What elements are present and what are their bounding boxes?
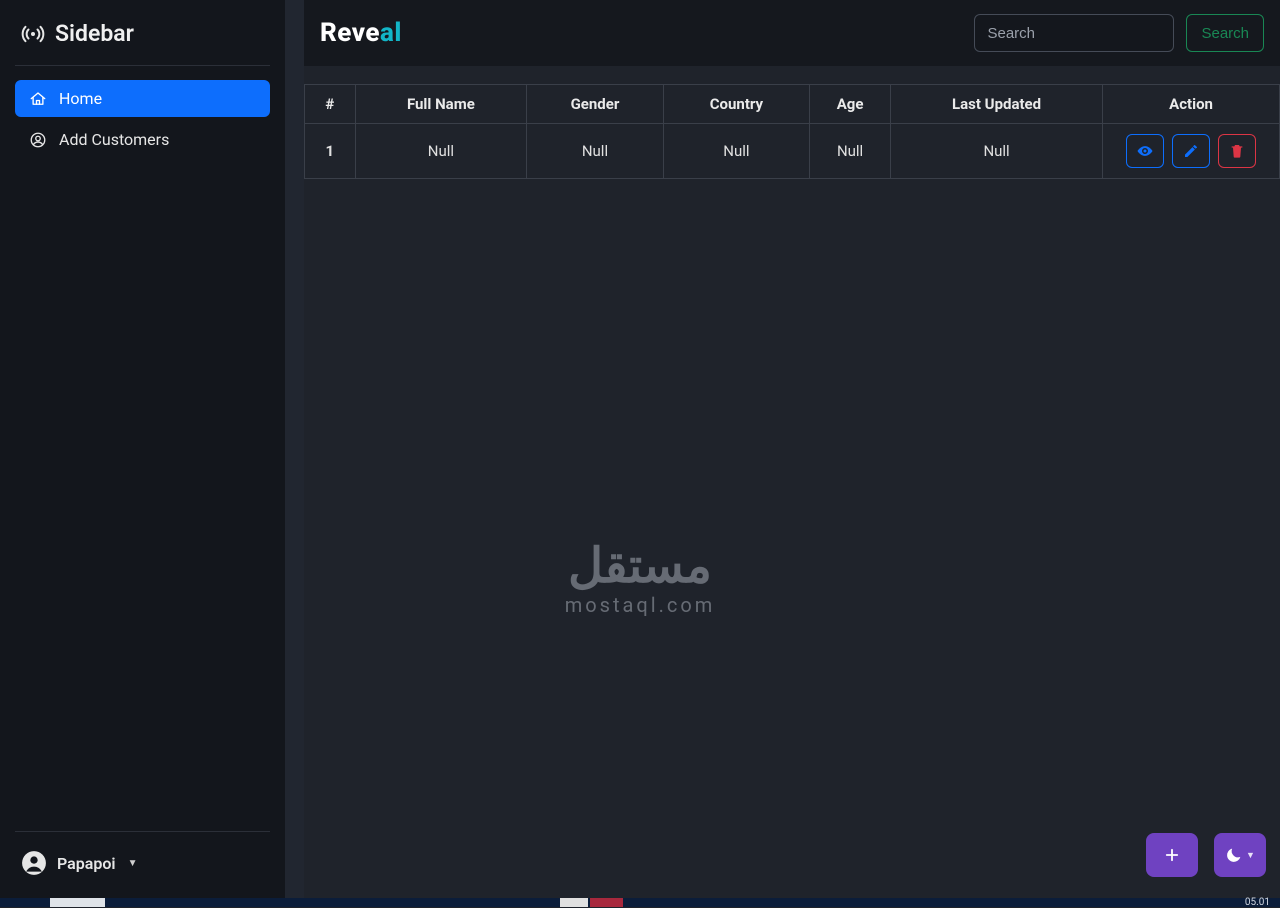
home-icon [29, 90, 47, 108]
th-country: Country [663, 85, 810, 124]
app-root: Sidebar Home [0, 0, 1280, 898]
trash-icon [1229, 143, 1245, 159]
th-last-updated: Last Updated [890, 85, 1102, 124]
sidebar-header: Sidebar [15, 16, 270, 61]
sidebar-nav: Home Add Customers [15, 80, 270, 158]
search-button[interactable]: Search [1186, 14, 1264, 52]
taskbar-chunk [560, 898, 588, 907]
sidebar-item-add-customers[interactable]: Add Customers [15, 121, 270, 158]
search-input[interactable] [974, 14, 1174, 52]
plus-icon [1163, 846, 1181, 864]
table-header-row: # Full Name Gender Country Age Last Upda… [305, 85, 1280, 124]
divider [15, 65, 270, 66]
taskbar-time: 05.01 [1245, 897, 1270, 908]
table-row: 1 Null Null Null Null Null [305, 124, 1280, 179]
delete-button[interactable] [1218, 134, 1256, 168]
user-circle-icon [29, 131, 47, 149]
fab-row: ▼ [1146, 833, 1266, 877]
moon-icon [1225, 846, 1243, 864]
topbar: Reveal Search [304, 0, 1280, 66]
brand-logo[interactable]: Reveal [320, 18, 402, 48]
eye-icon [1136, 142, 1154, 160]
brand-part1: Reve [320, 18, 380, 48]
cell-age: Null [810, 124, 891, 179]
th-action: Action [1103, 85, 1280, 124]
sidebar-user-dropdown[interactable]: Papapoi ▼ [15, 840, 270, 882]
cell-action [1103, 124, 1280, 179]
taskbar-chunk [50, 898, 105, 907]
pencil-icon [1183, 143, 1199, 159]
main: Reveal Search # Full Name Gender [304, 0, 1280, 898]
sidebar: Sidebar Home [0, 0, 285, 898]
sidebar-item-label: Add Customers [59, 130, 169, 149]
edit-button[interactable] [1172, 134, 1210, 168]
cell-country: Null [663, 124, 810, 179]
cell-last-updated: Null [890, 124, 1102, 179]
sidebar-gutter [285, 0, 304, 898]
divider [15, 831, 270, 832]
th-gender: Gender [527, 85, 663, 124]
taskbar-chunk [590, 898, 623, 907]
content: # Full Name Gender Country Age Last Upda… [304, 66, 1280, 179]
sidebar-item-home[interactable]: Home [15, 80, 270, 117]
chevron-down-icon: ▼ [128, 858, 138, 869]
broadcast-icon [21, 22, 45, 46]
avatar-icon [21, 850, 47, 876]
taskbar: 05.01 [0, 898, 1280, 907]
th-age: Age [810, 85, 891, 124]
sidebar-user-name: Papapoi [57, 854, 116, 873]
cell-full-name: Null [355, 124, 527, 179]
sidebar-title: Sidebar [55, 20, 134, 47]
customers-table: # Full Name Gender Country Age Last Upda… [304, 84, 1280, 179]
view-button[interactable] [1126, 134, 1164, 168]
brand-part2: al [380, 18, 402, 48]
add-fab[interactable] [1146, 833, 1198, 877]
th-index: # [305, 85, 356, 124]
cell-index: 1 [305, 124, 356, 179]
chevron-down-icon: ▼ [1246, 850, 1255, 860]
th-full-name: Full Name [355, 85, 527, 124]
cell-gender: Null [527, 124, 663, 179]
theme-fab[interactable]: ▼ [1214, 833, 1266, 877]
sidebar-item-label: Home [59, 89, 102, 108]
